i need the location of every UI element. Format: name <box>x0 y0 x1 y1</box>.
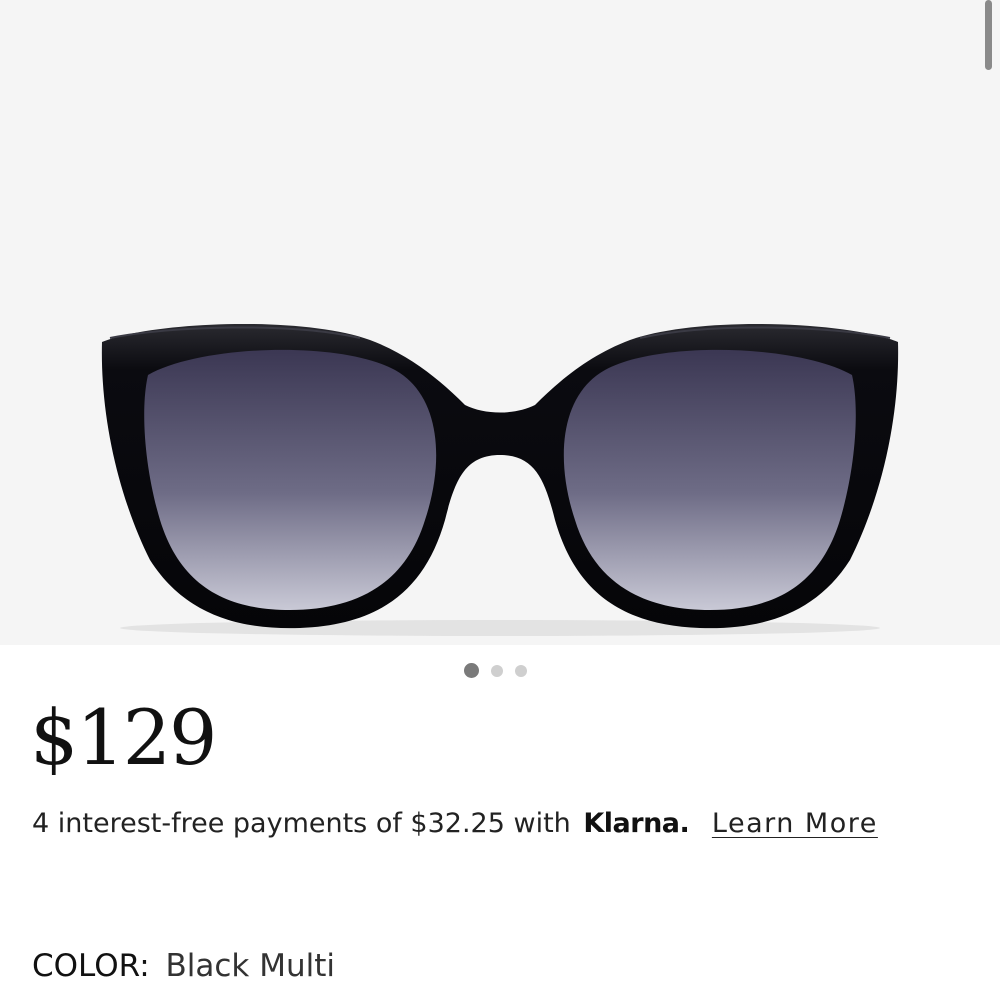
carousel-dot-1[interactable] <box>464 663 479 678</box>
scrollbar[interactable] <box>985 0 992 70</box>
klarna-payment-info: 4 interest-free payments of $32.25 with … <box>32 806 878 842</box>
klarna-logo: Klarna. <box>583 808 690 839</box>
sunglasses-image <box>101 323 899 636</box>
color-value: Black Multi <box>165 948 336 984</box>
color-selection: COLOR: Black Multi <box>32 946 335 986</box>
right-lens <box>563 349 856 610</box>
learn-more-link[interactable]: Learn More <box>712 808 878 839</box>
product-price: $129 <box>30 693 217 782</box>
image-carousel-dots <box>464 663 527 678</box>
carousel-dot-2[interactable] <box>491 664 503 677</box>
payment-text: 4 interest-free payments of $32.25 with <box>32 808 571 839</box>
color-label: COLOR: <box>32 948 150 984</box>
product-page: $129 4 interest-free payments of $32.25 … <box>0 0 1000 1000</box>
left-lens <box>144 349 437 610</box>
carousel-dot-3[interactable] <box>515 664 527 677</box>
product-image[interactable] <box>0 0 1000 645</box>
shadow <box>120 620 880 636</box>
